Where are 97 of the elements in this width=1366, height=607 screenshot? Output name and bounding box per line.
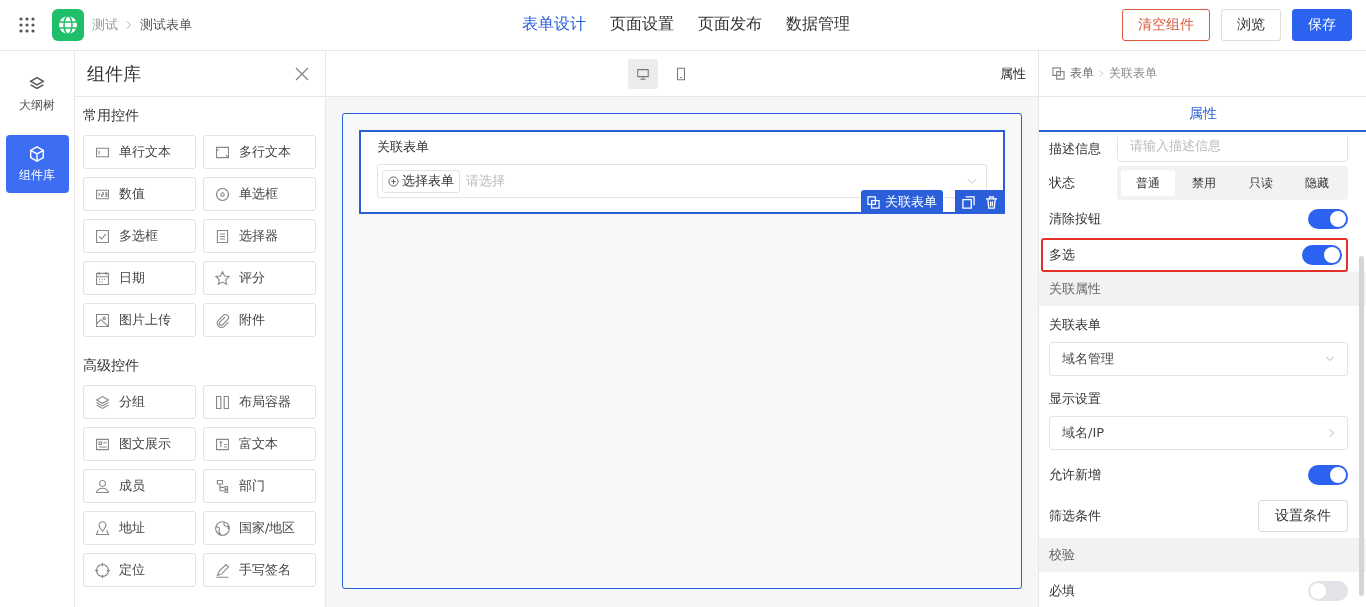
segment-option[interactable]: 隐藏 bbox=[1289, 170, 1344, 196]
chevron-down-icon bbox=[1325, 356, 1335, 362]
component-item[interactable]: 单选框 bbox=[203, 177, 316, 211]
nav-tab[interactable]: 页面发布 bbox=[686, 0, 774, 50]
toolbar-button[interactable]: 浏览 bbox=[1221, 9, 1281, 41]
component-item[interactable]: 成员 bbox=[83, 469, 196, 503]
component-item[interactable]: 图文展示 bbox=[83, 427, 196, 461]
group-title: 高级控件 bbox=[83, 357, 140, 375]
component-item[interactable]: 图片上传 bbox=[83, 303, 196, 337]
map-pin-icon bbox=[94, 519, 111, 537]
copy-icon[interactable] bbox=[962, 195, 975, 209]
person-icon bbox=[94, 477, 111, 495]
trash-icon[interactable] bbox=[985, 195, 998, 209]
panel-title: 组件库 bbox=[87, 61, 141, 86]
section-header: 关联属性 bbox=[1039, 272, 1366, 306]
plus-circle-icon bbox=[388, 175, 399, 187]
properties-tab[interactable]: 属性 bbox=[1039, 97, 1366, 132]
image-icon bbox=[94, 311, 111, 329]
star-icon bbox=[214, 269, 231, 287]
toggle-switch[interactable] bbox=[1308, 465, 1348, 485]
property-label: 描述信息 bbox=[1049, 140, 1102, 158]
pen-icon bbox=[214, 561, 231, 579]
toggle-switch[interactable] bbox=[1302, 245, 1342, 265]
property-label: 状态 bbox=[1049, 174, 1076, 192]
monitor-icon bbox=[636, 66, 650, 81]
nav-tab[interactable]: 数据管理 bbox=[774, 0, 862, 50]
copy-icon bbox=[1052, 67, 1065, 80]
component-item[interactable]: 评分 bbox=[203, 261, 316, 295]
component-item[interactable]: 国家/地区 bbox=[203, 511, 316, 545]
component-item[interactable]: 多选框 bbox=[83, 219, 196, 253]
properties-label: 属性 bbox=[1000, 64, 1026, 83]
component-item[interactable]: 分组 bbox=[83, 385, 196, 419]
segment-option[interactable]: 禁用 bbox=[1177, 170, 1232, 196]
chevron-right-icon bbox=[1099, 69, 1104, 78]
component-item[interactable]: 部门 bbox=[203, 469, 316, 503]
property-label: 显示设置 bbox=[1049, 390, 1102, 408]
component-item[interactable]: 富文本 bbox=[203, 427, 316, 461]
app-grid-icon[interactable] bbox=[19, 17, 35, 33]
property-label: 筛选条件 bbox=[1049, 507, 1101, 525]
globe-icon bbox=[214, 519, 231, 537]
scrollbar[interactable] bbox=[1359, 256, 1364, 596]
section-header: 校验 bbox=[1039, 538, 1366, 572]
toolbar-button[interactable]: 保存 bbox=[1292, 9, 1352, 41]
copy-icon bbox=[867, 195, 880, 209]
dropdown-field[interactable]: 域名管理 bbox=[1049, 342, 1348, 376]
chevron-down-icon bbox=[966, 177, 978, 185]
group-title: 常用控件 bbox=[83, 107, 140, 125]
toggle-switch[interactable] bbox=[1308, 209, 1348, 229]
breadcrumb-current: 测试表单 bbox=[140, 16, 192, 34]
nav-tab[interactable]: 表单设计 bbox=[510, 0, 598, 50]
nav-tab[interactable]: 页面设置 bbox=[598, 0, 686, 50]
segment-option[interactable]: 普通 bbox=[1121, 170, 1176, 196]
component-item[interactable]: 手写签名 bbox=[203, 553, 316, 587]
component-item[interactable]: 地址 bbox=[83, 511, 196, 545]
component-item[interactable]: 日期 bbox=[83, 261, 196, 295]
set-condition-button[interactable]: 设置条件 bbox=[1258, 500, 1348, 532]
segment-option[interactable]: 只读 bbox=[1233, 170, 1288, 196]
selected-form-field[interactable]: 关联表单 选择表单 请选择 关联表单 bbox=[359, 130, 1005, 214]
org-icon bbox=[214, 477, 231, 495]
phone-icon bbox=[674, 66, 688, 81]
select-form-button[interactable]: 选择表单 bbox=[382, 169, 460, 193]
toggle-switch[interactable] bbox=[1308, 581, 1348, 601]
component-item[interactable]: 单行文本 bbox=[83, 135, 196, 169]
component-item[interactable]: 附件 bbox=[203, 303, 316, 337]
layers-icon bbox=[94, 393, 111, 411]
component-item[interactable]: 定位 bbox=[83, 553, 196, 587]
property-label: 允许新增 bbox=[1049, 466, 1101, 484]
field-label: 关联表单 bbox=[377, 138, 430, 156]
property-label: 清除按钮 bbox=[1049, 210, 1101, 228]
paperclip-icon bbox=[214, 311, 231, 329]
property-label: 必填 bbox=[1049, 582, 1075, 600]
property-label: 关联表单 bbox=[1049, 316, 1102, 334]
breadcrumb-link[interactable]: 表单 bbox=[1070, 65, 1094, 82]
radio-icon bbox=[214, 185, 231, 203]
crosshair-icon bbox=[94, 561, 111, 579]
calendar-icon bbox=[94, 269, 111, 287]
toolbar-button[interactable]: 清空组件 bbox=[1122, 9, 1210, 41]
list-icon bbox=[214, 227, 231, 245]
settings-field[interactable]: 域名/IP bbox=[1049, 416, 1348, 450]
rail-tab[interactable]: 大纲树 bbox=[5, 65, 69, 123]
close-icon[interactable] bbox=[295, 66, 309, 81]
checkbox-icon bbox=[94, 227, 111, 245]
component-item[interactable]: 选择器 bbox=[203, 219, 316, 253]
component-item[interactable]: 数值 bbox=[83, 177, 196, 211]
component-tag: 关联表单 bbox=[861, 190, 943, 214]
breadcrumb-current: 关联表单 bbox=[1109, 65, 1157, 82]
rail-tab[interactable]: 组件库 bbox=[5, 135, 69, 193]
component-item[interactable]: 多行文本 bbox=[203, 135, 316, 169]
select-placeholder: 请选择 bbox=[466, 172, 505, 190]
columns-icon bbox=[214, 393, 231, 411]
desktop-view-button[interactable] bbox=[628, 58, 658, 89]
cube-icon bbox=[28, 144, 46, 163]
globe-logo-icon bbox=[52, 9, 84, 41]
component-item[interactable]: 布局容器 bbox=[203, 385, 316, 419]
property-label: 多选 bbox=[1049, 246, 1075, 264]
chevron-right-icon bbox=[1329, 428, 1335, 438]
chevron-right-icon bbox=[126, 20, 132, 30]
